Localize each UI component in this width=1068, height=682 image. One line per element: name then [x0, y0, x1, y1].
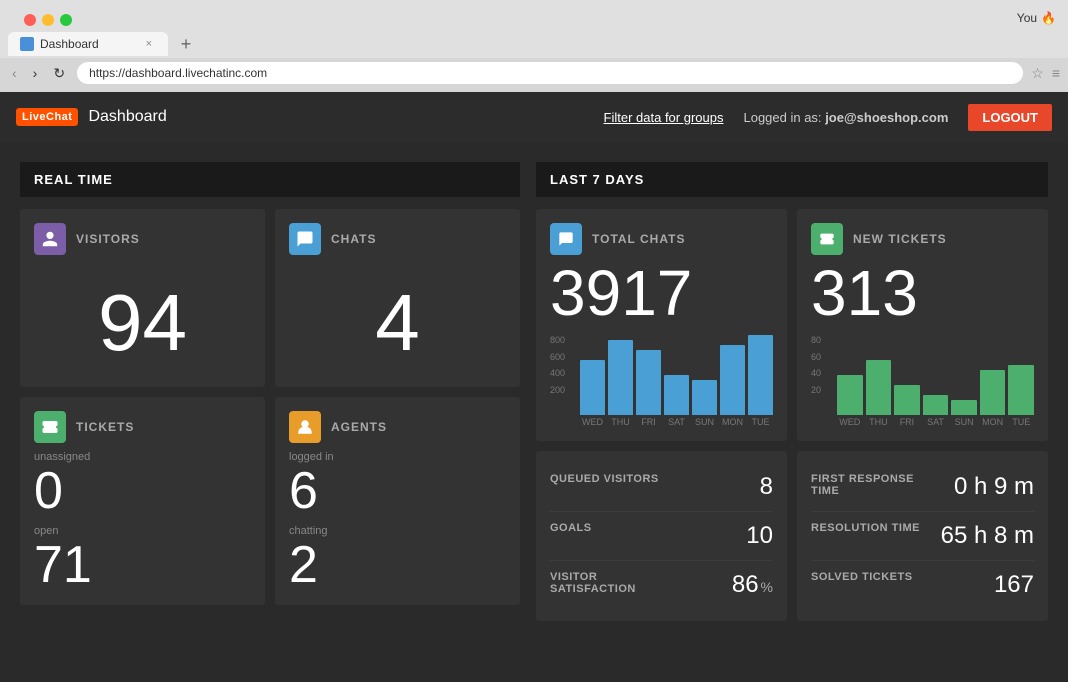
tab-favicon	[20, 37, 34, 51]
realtime-panel: REAL TIME VISITORS 94	[20, 162, 520, 662]
total-chats-value: 3917	[550, 261, 773, 325]
total-chats-card: TOTAL CHATS 3917 800 600 400 200	[536, 209, 787, 441]
logged-in-text: Logged in as: joe@shoeshop.com	[743, 110, 948, 125]
address-input[interactable]	[77, 62, 1023, 84]
solved-tickets-value: 167	[994, 571, 1034, 599]
tickets-label: TICKETS	[76, 420, 134, 434]
header-right: Filter data for groups Logged in as: joe…	[604, 104, 1052, 131]
menu-btn[interactable]: ≡	[1052, 65, 1060, 81]
total-chats-icon	[550, 223, 582, 255]
address-bar: ‹ › ↻ ☆ ≡	[0, 58, 1068, 92]
forward-btn[interactable]: ›	[29, 63, 42, 83]
bookmark-btn[interactable]: ☆	[1031, 65, 1044, 82]
visitors-label: VISITORS	[76, 232, 140, 246]
realtime-header: REAL TIME	[20, 162, 520, 197]
agents-loggedin-label: logged in	[289, 451, 506, 463]
last7-panel: LAST 7 DAYS TOTAL CHATS 3917	[536, 162, 1048, 662]
maximize-dot[interactable]	[60, 14, 72, 26]
new-tickets-chart: 80 60 40 20 WEDTHUFRISATSUNMONTUE	[811, 335, 1034, 427]
livechat-logo: LiveChat	[16, 108, 78, 126]
satisfaction-row: VISITOR SATISFACTION 86%	[550, 561, 773, 609]
goals-value: 10	[746, 522, 773, 550]
last7-header: LAST 7 DAYS	[536, 162, 1048, 197]
first-response-value: 0 h 9 m	[954, 473, 1034, 501]
agents-card: AGENTS logged in 6 chatting 2	[275, 397, 520, 605]
agents-chatting-label: chatting	[289, 525, 506, 537]
you-label: You 🔥	[1017, 11, 1056, 25]
goals-label: GOALS	[550, 522, 592, 534]
tab-close-btn[interactable]: ×	[146, 38, 152, 50]
app-title: Dashboard	[88, 108, 166, 126]
minimize-dot[interactable]	[42, 14, 54, 26]
queued-visitors-label: QUEUED VISITORS	[550, 473, 659, 485]
total-chats-label: TOTAL CHATS	[592, 232, 685, 246]
chats-label: CHATS	[331, 232, 376, 246]
app-logo: LiveChat Dashboard	[16, 108, 167, 126]
solved-tickets-row: SOLVED TICKETS 167	[811, 561, 1034, 609]
filter-groups-link[interactable]: Filter data for groups	[604, 110, 724, 125]
satisfaction-value: 86%	[732, 571, 773, 599]
visitors-card: VISITORS 94	[20, 209, 265, 387]
resolution-row: RESOLUTION TIME 65 h 8 m	[811, 512, 1034, 561]
agents-icon	[289, 411, 321, 443]
agents-chatting-value: 2	[289, 539, 506, 591]
goals-row: GOALS 10	[550, 512, 773, 561]
first-response-label: FIRST RESPONSE TIME	[811, 473, 931, 497]
stats-card-left: QUEUED VISITORS 8 GOALS 10 VISITOR SATIS…	[536, 451, 787, 621]
visitors-value: 94	[34, 263, 251, 373]
new-tickets-icon	[811, 223, 843, 255]
chats-card: CHATS 4	[275, 209, 520, 387]
first-response-row: FIRST RESPONSE TIME 0 h 9 m	[811, 463, 1034, 512]
realtime-grid: VISITORS 94 CHATS 4	[20, 209, 520, 605]
chats-icon	[289, 223, 321, 255]
browser-chrome: You 🔥 Dashboard × + ‹ › ↻ ☆ ≡	[0, 0, 1068, 92]
solved-tickets-label: SOLVED TICKETS	[811, 571, 913, 583]
stats-card-right: FIRST RESPONSE TIME 0 h 9 m RESOLUTION T…	[797, 451, 1048, 621]
resolution-value: 65 h 8 m	[941, 522, 1034, 550]
tickets-open-value: 71	[34, 539, 251, 591]
tab-bar: Dashboard × +	[0, 30, 1068, 58]
active-tab[interactable]: Dashboard ×	[8, 32, 168, 56]
app-header: LiveChat Dashboard Filter data for group…	[0, 92, 1068, 142]
last7-top-cards: TOTAL CHATS 3917 800 600 400 200	[536, 209, 1048, 441]
visitors-icon	[34, 223, 66, 255]
close-dot[interactable]	[24, 14, 36, 26]
resolution-label: RESOLUTION TIME	[811, 522, 920, 534]
tickets-icon	[34, 411, 66, 443]
tickets-card: TICKETS unassigned 0 open 71	[20, 397, 265, 605]
satisfaction-label: VISITOR SATISFACTION	[550, 571, 670, 595]
agents-loggedin-value: 6	[289, 465, 506, 517]
new-tickets-value: 313	[811, 261, 1034, 325]
tickets-unassigned-value: 0	[34, 465, 251, 517]
new-tickets-card: NEW TICKETS 313 80 60 40 20	[797, 209, 1048, 441]
queued-visitors-value: 8	[760, 473, 773, 501]
agents-label: AGENTS	[331, 420, 387, 434]
refresh-btn[interactable]: ↻	[49, 63, 69, 84]
dashboard: REAL TIME VISITORS 94	[0, 142, 1068, 682]
new-tickets-label: NEW TICKETS	[853, 232, 947, 246]
tickets-unassigned-label: unassigned	[34, 451, 251, 463]
back-btn[interactable]: ‹	[8, 63, 21, 83]
last7-bottom-stats: QUEUED VISITORS 8 GOALS 10 VISITOR SATIS…	[536, 451, 1048, 621]
total-chats-chart: 800 600 400 200 WEDTHUFRISATSUNMONTUE	[550, 335, 773, 427]
queued-visitors-row: QUEUED VISITORS 8	[550, 463, 773, 512]
new-tab-btn[interactable]: +	[172, 30, 200, 58]
tab-title: Dashboard	[40, 37, 99, 51]
chats-value: 4	[289, 263, 506, 373]
logout-button[interactable]: LOGOUT	[968, 104, 1052, 131]
